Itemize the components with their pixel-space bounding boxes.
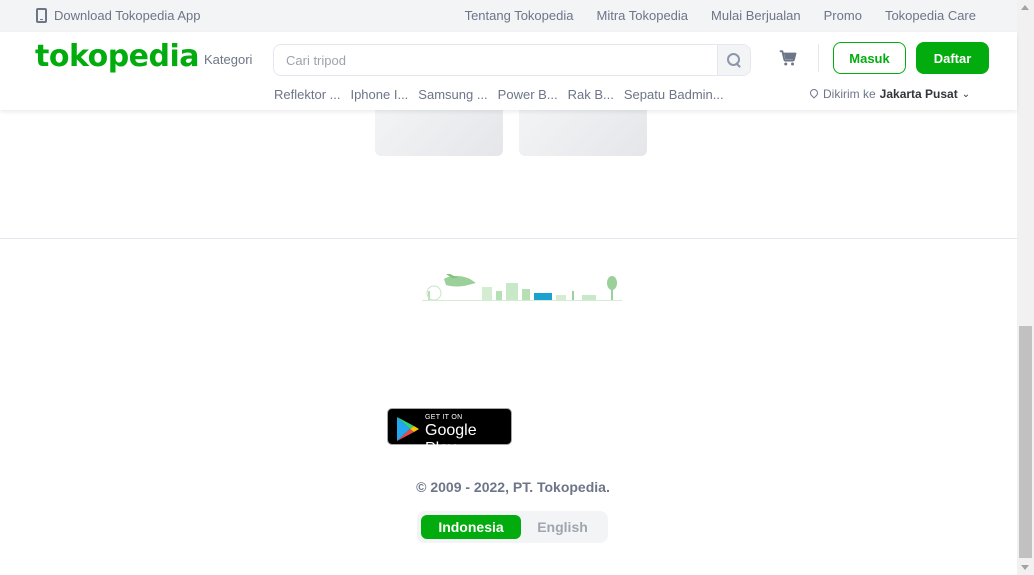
- location-city: Jakarta Pusat: [879, 87, 958, 101]
- kategori-menu[interactable]: Kategori: [204, 52, 252, 67]
- top-links: Tentang Tokopedia Mitra Tokopedia Mulai …: [465, 8, 976, 23]
- copyright-text: © 2009 - 2022, PT. Tokopedia.: [416, 479, 610, 495]
- suggestion-item[interactable]: Sepatu Badmin...: [624, 87, 724, 102]
- suggestion-item[interactable]: Samsung ...: [418, 87, 487, 102]
- top-link-promo[interactable]: Promo: [824, 8, 862, 23]
- suggestion-item[interactable]: Reflektor ...: [274, 87, 340, 102]
- login-button[interactable]: Masuk: [833, 42, 906, 74]
- chevron-down-icon: ⌄: [961, 88, 971, 100]
- scrollbar-thumb[interactable]: [1019, 326, 1032, 558]
- tokopedia-logo[interactable]: tokopedia: [35, 39, 200, 74]
- phone-icon: [36, 8, 47, 23]
- download-app-link[interactable]: Download Tokopedia App: [36, 8, 201, 23]
- google-play-badge[interactable]: GET IT ON Google Play: [387, 408, 512, 457]
- cart-icon[interactable]: [779, 49, 797, 67]
- top-link-care[interactable]: Tokopedia Care: [885, 8, 976, 23]
- search-bar: [273, 44, 751, 76]
- badge-top-text: GET IT ON: [425, 414, 463, 421]
- city-illustration: [422, 274, 622, 301]
- language-option-english[interactable]: English: [521, 515, 604, 539]
- header-divider: [818, 44, 819, 72]
- location-prefix: Dikirim ke: [823, 87, 876, 101]
- page-scrollbar[interactable]: [1017, 0, 1034, 575]
- suggestion-item[interactable]: Power B...: [498, 87, 558, 102]
- top-strip: Download Tokopedia App Tentang Tokopedia…: [0, 0, 1017, 32]
- top-link-tentang[interactable]: Tentang Tokopedia: [465, 8, 574, 23]
- scroll-up-arrow-icon[interactable]: [1021, 5, 1029, 10]
- google-play-icon: [397, 417, 419, 441]
- scroll-down-arrow-icon[interactable]: [1021, 565, 1029, 570]
- search-suggestions: Reflektor ... Iphone I... Samsung ... Po…: [274, 87, 734, 102]
- delivery-location[interactable]: Dikirim ke Jakarta Pusat ⌄: [810, 87, 970, 101]
- download-app-label: Download Tokopedia App: [54, 8, 201, 23]
- suggestion-item[interactable]: Rak B...: [568, 87, 614, 102]
- search-button[interactable]: [717, 45, 750, 75]
- register-button[interactable]: Daftar: [916, 42, 989, 74]
- product-card-placeholder: [375, 108, 503, 156]
- footer-divider: [0, 238, 1017, 239]
- main-header: tokopedia Kategori Masuk Daftar Reflekto…: [0, 32, 1017, 110]
- location-pin-icon: [810, 89, 819, 100]
- product-card-placeholder: [519, 108, 647, 156]
- top-link-mitra[interactable]: Mitra Tokopedia: [596, 8, 688, 23]
- top-link-mulai-berjualan[interactable]: Mulai Berjualan: [711, 8, 801, 23]
- search-icon: [727, 53, 741, 67]
- badge-main-text: Google Play: [425, 422, 477, 457]
- language-switcher: Indonesia English: [417, 511, 608, 543]
- search-input[interactable]: [274, 45, 717, 75]
- suggestion-item[interactable]: Iphone I...: [350, 87, 408, 102]
- language-option-indonesia[interactable]: Indonesia: [421, 515, 521, 539]
